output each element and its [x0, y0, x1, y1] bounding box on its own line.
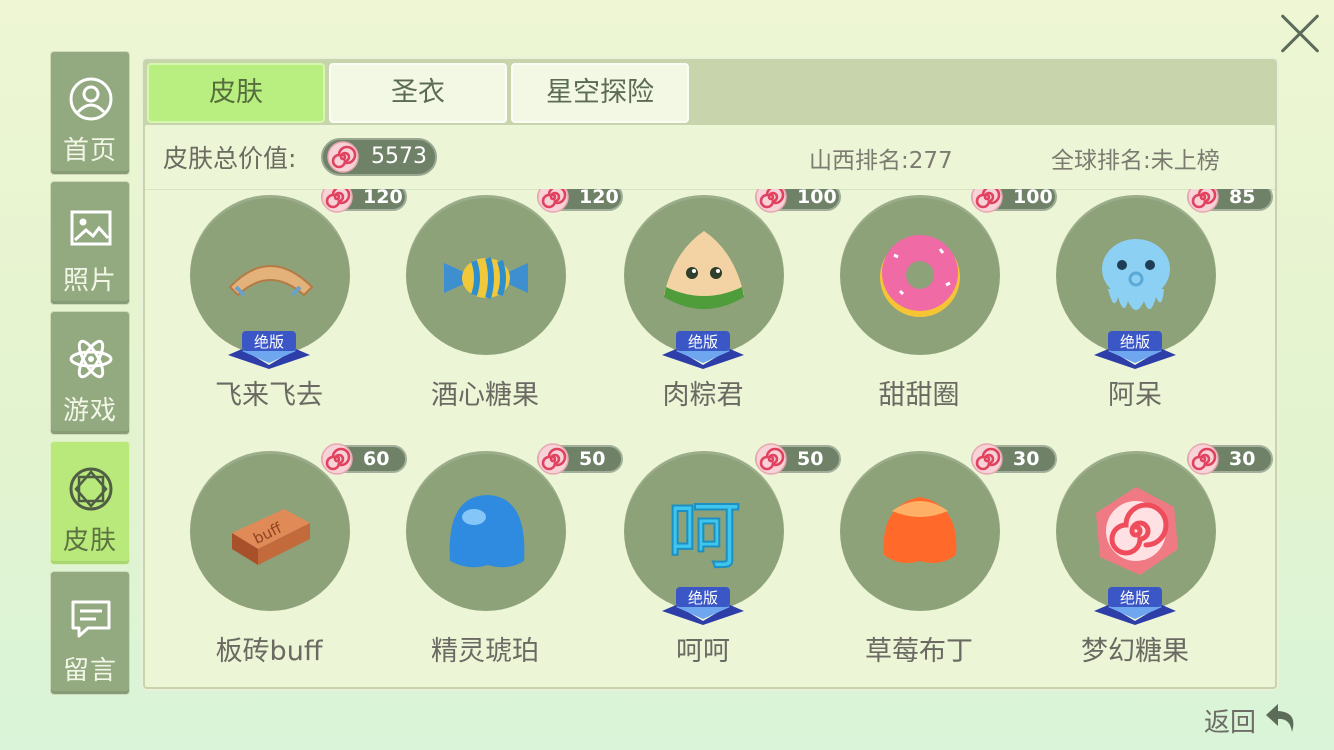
sidebar-item-skins[interactable]: 皮肤	[50, 441, 130, 565]
tab-holy-cloth[interactable]: 圣衣	[329, 63, 507, 123]
price-value: 30	[1229, 448, 1256, 470]
sidebar-item-home[interactable]: 首页	[50, 51, 130, 175]
sidebar-item-games[interactable]: 游戏	[50, 311, 130, 435]
skins-content: 皮肤总价值: 5573 山西排名:277 全球排名:未上榜 绝版 飞来飞去 120 酒…	[145, 125, 1275, 687]
global-rank: 全球排名:未上榜	[1051, 148, 1220, 174]
donut-icon	[870, 225, 970, 325]
message-icon	[71, 600, 111, 638]
orange-jelly-icon	[870, 481, 970, 581]
candy-icon	[1187, 443, 1219, 475]
total-value-label: 皮肤总价值:	[163, 144, 297, 173]
close-button[interactable]	[1280, 14, 1320, 54]
atom-icon	[69, 339, 113, 379]
user-icon	[69, 77, 113, 121]
candy-icon	[537, 443, 569, 475]
candy-icon	[971, 189, 1003, 213]
candy-icon	[327, 141, 359, 173]
sidebar-item-label: 游戏	[62, 396, 117, 426]
skin-item[interactable]: 草莓布丁 30	[819, 443, 1057, 667]
skins-panel: 皮肤 圣衣 星空探险 皮肤总价值: 5573 山西排名:277 全球排名:未上榜…	[141, 57, 1279, 691]
skin-item[interactable]: buff 板砖buff 60	[169, 443, 407, 667]
total-value: 5573	[371, 144, 427, 169]
candy-icon	[755, 189, 787, 213]
brick-icon: buff	[220, 481, 320, 581]
skin-item[interactable]: 绝版 肉粽君 100	[603, 189, 841, 411]
skin-name: 阿呆	[1108, 380, 1162, 411]
limited-badge: 绝版	[1090, 329, 1180, 369]
limited-badge-text: 绝版	[688, 333, 718, 351]
back-button[interactable]: 返回	[1204, 702, 1256, 739]
limited-badge: 绝版	[1090, 585, 1180, 625]
sidebar-item-label: 留言	[62, 656, 117, 686]
skin-item[interactable]: 酒心糖果 120	[385, 189, 623, 411]
skin-name: 飞来飞去	[215, 380, 323, 411]
hehe-art-text: 呵	[667, 493, 741, 579]
limited-badge: 绝版	[224, 329, 314, 369]
sidebar-item-label: 首页	[62, 136, 117, 166]
sidebar-item-label: 皮肤	[62, 526, 117, 556]
skins-grid: 绝版 飞来飞去 120 酒心糖果 120 绝版 肉粽君 100 甜甜圈 100 绝版 阿呆 85 buff…	[145, 189, 1275, 687]
candy-icon	[755, 443, 787, 475]
blue-jelly-icon	[436, 481, 536, 581]
summary-bar: 皮肤总价值: 5573 山西排名:277 全球排名:未上榜	[145, 125, 1275, 190]
wrapped-candy-icon	[436, 225, 536, 325]
candy-icon	[321, 443, 353, 475]
skin-item[interactable]: 绝版梦幻糖果 30	[1035, 443, 1273, 667]
skin-name: 甜甜圈	[878, 380, 960, 411]
skin-name: 精灵琥珀	[431, 636, 539, 667]
sidebar-item-photos[interactable]: 照片	[50, 181, 130, 305]
sidebar-item-label: 照片	[62, 266, 117, 296]
skin-name: 板砖buff	[215, 636, 323, 667]
skin-name: 肉粽君	[662, 380, 744, 411]
limited-badge-text: 绝版	[1120, 589, 1150, 607]
back-arrow-icon[interactable]	[1262, 698, 1302, 738]
zongzi-icon	[654, 225, 754, 325]
skin-name: 梦幻糖果	[1081, 636, 1189, 667]
skin-item[interactable]: 呵绝版 呵呵 50	[603, 443, 841, 667]
price-badge: 85	[1187, 189, 1273, 213]
sidebar-item-messages[interactable]: 留言	[50, 571, 130, 695]
limited-badge-text: 绝版	[1120, 333, 1150, 351]
skin-item[interactable]: 绝版阿呆 85	[1035, 189, 1273, 411]
octopus-icon	[1086, 225, 1186, 325]
candy-icon	[321, 189, 353, 213]
tab-skins[interactable]: 皮肤	[147, 63, 325, 123]
hehe-text-icon: 呵	[654, 481, 754, 581]
region-rank: 山西排名:277	[809, 148, 953, 174]
skin-item[interactable]: 绝版 飞来飞去 120	[169, 189, 407, 411]
total-value-badge: 5573	[321, 138, 437, 176]
limited-badge: 绝版	[658, 329, 748, 369]
swirl-candy-icon	[1086, 481, 1186, 581]
limited-badge-text: 绝版	[254, 333, 284, 351]
candy-icon	[537, 189, 569, 213]
price-value: 50	[579, 448, 606, 470]
skin-name: 呵呵	[676, 636, 730, 667]
candy-icon	[971, 443, 1003, 475]
skin-item[interactable]: 甜甜圈 100	[819, 189, 1057, 411]
limited-badge: 绝版	[658, 585, 748, 625]
candy-icon	[1187, 189, 1219, 213]
skin-name: 酒心糖果	[431, 380, 539, 411]
boomerang-icon	[220, 225, 320, 325]
skin-name: 草莓布丁	[865, 636, 973, 667]
price-value: 85	[1229, 189, 1256, 208]
price-badge: 30	[1187, 443, 1273, 475]
image-icon	[70, 210, 112, 246]
gem-icon	[69, 467, 113, 511]
tab-star-adventure[interactable]: 星空探险	[511, 63, 689, 123]
limited-badge-text: 绝版	[688, 589, 718, 607]
skin-item[interactable]: 精灵琥珀 50	[385, 443, 623, 667]
